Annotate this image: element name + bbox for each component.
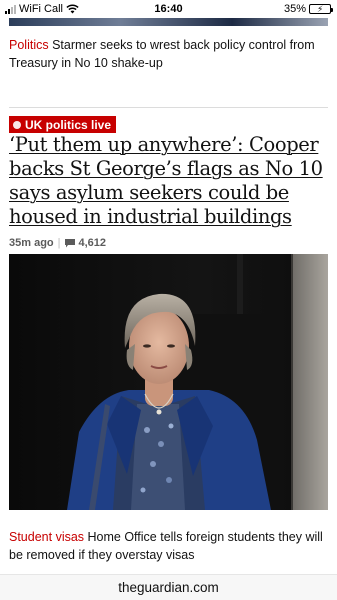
photo-of-woman-icon <box>9 254 328 510</box>
browser-url-bar[interactable]: theguardian.com <box>0 574 337 600</box>
previous-story-image[interactable] <box>9 18 328 26</box>
battery-percent: 35% <box>283 3 306 15</box>
bottom-story-kicker: Student visas <box>9 530 85 544</box>
comment-icon[interactable] <box>64 238 75 248</box>
top-story-kicker: Politics <box>9 38 49 52</box>
status-bar: WiFi Call 16:40 35% ⚡ <box>0 0 337 18</box>
top-story-text: Starmer seeks to wrest back policy contr… <box>9 38 315 70</box>
main-story-photo[interactable] <box>9 254 328 510</box>
live-badge-label: UK politics live <box>25 117 112 132</box>
battery-icon: ⚡ <box>309 4 333 14</box>
charging-bolt-icon: ⚡ <box>317 4 324 14</box>
status-right: 35% ⚡ <box>283 3 333 15</box>
story-meta: 35m ago | 4,612 <box>9 237 106 249</box>
bottom-story-link[interactable]: Student visas Home Office tells foreign … <box>9 528 328 564</box>
live-badge: UK politics live <box>9 116 117 133</box>
guardian-mobile-page: WiFi Call 16:40 35% ⚡ Politics Starmer s… <box>0 0 337 600</box>
story-age: 35m ago <box>9 237 54 249</box>
live-dot-icon <box>13 120 21 129</box>
url-label: theguardian.com <box>118 580 219 595</box>
top-story-link[interactable]: Politics Starmer seeks to wrest back pol… <box>9 36 328 72</box>
main-headline-link[interactable]: ‘Put them up anywhere’: Cooper backs St … <box>9 133 331 229</box>
comment-count[interactable]: 4,612 <box>79 237 107 249</box>
story-divider <box>9 107 328 108</box>
meta-separator: | <box>57 237 61 249</box>
